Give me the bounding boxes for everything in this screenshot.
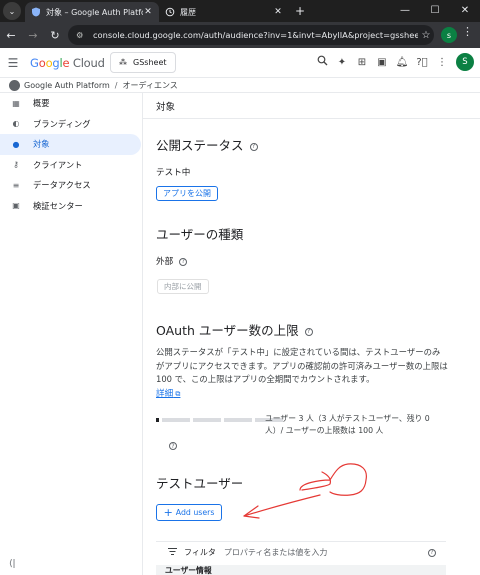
settings-menu-icon[interactable]: ⋮ (432, 57, 452, 68)
test-users-heading: テストユーザー (156, 476, 244, 491)
bookmark-star-icon[interactable]: ☆ (418, 30, 434, 41)
help-circle-icon[interactable]: ? (169, 442, 177, 450)
console-header: ☰ Google Cloud ⁂ GSsheet ✦ ⊞ ▣ 🔔︎ ?⃝ ⋮ S (0, 48, 480, 78)
data-access-icon: ≡ (12, 180, 20, 190)
help-circle-icon[interactable]: ? (428, 548, 436, 557)
browser-menu-icon[interactable]: ⋮ (462, 25, 473, 38)
browser-tab-bar: ⌄ 対象 – Google Auth Platform – ✕ 履歴 ✕ + —… (0, 0, 480, 22)
sidebar-item-label: ブランディング (33, 118, 91, 129)
table-header-user-info: ユーザー情報 (156, 565, 446, 575)
project-picker[interactable]: ⁂ GSsheet (110, 52, 176, 73)
shield-icon (31, 7, 41, 17)
sidebar-item-label: 概要 (33, 98, 50, 109)
sidebar-item-clients[interactable]: ⚷ クライアント (0, 155, 142, 176)
quota-bar-segment (224, 418, 252, 422)
sidebar-item-label: 検証センター (33, 200, 83, 211)
chevron-down-icon: ⌄ (8, 6, 16, 16)
browser-tab-history[interactable]: 履歴 ✕ (159, 2, 289, 22)
help-circle-icon[interactable]: ? (304, 327, 313, 336)
help-icon[interactable]: ?⃝ (412, 57, 432, 68)
search-icon[interactable] (312, 55, 332, 69)
breadcrumb-separator: / (114, 80, 118, 90)
close-icon[interactable]: ✕ (143, 7, 153, 17)
publish-status-value: テスト中 (156, 168, 191, 178)
user-type-heading: ユーザーの種類 (156, 227, 244, 242)
maximize-icon[interactable]: ☐ (420, 0, 450, 22)
project-icon: ⁂ (119, 58, 127, 67)
project-name: GSsheet (133, 58, 167, 67)
sidebar-item-label: 対象 (33, 139, 50, 150)
url-input[interactable]: ⚙ console.cloud.google.com/auth/audience… (68, 25, 434, 45)
user-type-value: 外部? (156, 255, 188, 267)
hamburger-menu-icon[interactable]: ☰ (0, 56, 26, 70)
history-icon (165, 7, 175, 17)
notifications-icon[interactable]: 🔔︎ (392, 57, 412, 68)
plus-icon: + (163, 506, 173, 519)
forward-arrow-icon[interactable]: → (22, 29, 44, 42)
publish-status-heading: 公開ステータス? (156, 135, 258, 154)
filter-input[interactable]: プロパティ名または値を入力 (224, 547, 422, 558)
sidebar: ▦ 概要 ◐ ブランディング ● 対象 ⚷ クライアント ≡ データアクセス ▣… (0, 93, 143, 575)
address-bar-row: ← → ↻ ⚙ console.cloud.google.com/auth/au… (0, 22, 480, 48)
avatar[interactable]: S (456, 53, 474, 71)
main-content: 対象 公開ステータス? テスト中 アプリを公開 ユーザーの種類 外部? 内部に公… (143, 93, 480, 575)
verification-icon: ▣ (12, 201, 20, 211)
minimize-icon[interactable]: — (390, 0, 420, 22)
window-controls: — ☐ ✕ (390, 0, 480, 22)
tab-search-button[interactable]: ⌄ (3, 2, 21, 20)
header-actions: ✦ ⊞ ▣ 🔔︎ ?⃝ ⋮ S (312, 53, 474, 71)
sidebar-item-branding[interactable]: ◐ ブランディング (0, 114, 142, 135)
filter-bar: フィルタ プロパティ名または値を入力 ? (156, 541, 446, 563)
dashboard-icon: ▦ (12, 98, 20, 108)
sidebar-item-overview[interactable]: ▦ 概要 (0, 93, 142, 114)
quota-bar-fill (156, 418, 159, 422)
user-quota-text: ユーザー 3 人（3 人がテストユーザー、残り 0 人）/ ユーザーの上限数は … (265, 414, 430, 435)
tab-title: 履歴 (180, 7, 196, 17)
back-arrow-icon[interactable]: ← (0, 29, 22, 42)
auth-platform-icon (9, 79, 20, 91)
publish-app-button[interactable]: アプリを公開 (156, 186, 218, 201)
new-tab-button[interactable]: + (295, 4, 305, 18)
site-settings-icon[interactable]: ⚙ (76, 30, 87, 40)
collapse-sidebar-icon[interactable]: ⟨| (9, 559, 16, 569)
sidebar-item-label: クライアント (33, 159, 83, 170)
page-title: 対象 (143, 93, 480, 119)
make-internal-button[interactable]: 内部に公開 (157, 279, 209, 294)
person-icon: ● (12, 139, 20, 149)
add-users-button[interactable]: + Add users (156, 504, 222, 521)
learn-more-link[interactable]: 詳細 ⧉ (156, 387, 180, 399)
browser-tab-active[interactable]: 対象 – Google Auth Platform – ✕ (25, 2, 159, 22)
cloud-shell-icon[interactable]: ▣ (372, 57, 392, 68)
user-cap-heading: OAuth ユーザー数の上限? (156, 320, 313, 339)
filter-label: フィルタ (184, 548, 216, 557)
user-cap-description: 公開ステータスが「テスト中」に設定されている間は、テストユーザーのみがアプリにア… (156, 347, 448, 384)
key-icon: ⚷ (13, 160, 19, 170)
sidebar-item-data-access[interactable]: ≡ データアクセス (0, 175, 142, 196)
breadcrumb-current: オーディエンス (122, 80, 178, 90)
sidebar-item-label: データアクセス (33, 180, 91, 191)
quota-bar-segment (162, 418, 190, 422)
help-circle-icon[interactable]: ? (249, 142, 258, 151)
palette-icon: ◐ (12, 119, 20, 129)
quota-bar-segment (193, 418, 221, 422)
filter-icon (168, 547, 182, 557)
breadcrumb: Google Auth Platform / オーディエンス (0, 78, 480, 93)
reload-icon[interactable]: ↻ (44, 29, 66, 42)
sidebar-item-verification[interactable]: ▣ 検証センター (0, 196, 142, 217)
breadcrumb-root[interactable]: Google Auth Platform (24, 81, 110, 90)
google-cloud-logo[interactable]: Google Cloud (30, 56, 105, 70)
user-quota-bar (156, 418, 283, 422)
external-link-icon: ⧉ (173, 390, 181, 398)
browser-profile-avatar[interactable]: s (441, 27, 457, 43)
gift-icon[interactable]: ⊞ (352, 57, 372, 68)
url-text: console.cloud.google.com/auth/audience?i… (93, 30, 418, 40)
help-circle-icon[interactable]: ? (179, 257, 188, 266)
gemini-sparkle-icon[interactable]: ✦ (332, 57, 352, 68)
close-icon[interactable]: ✕ (273, 7, 283, 17)
window-close-icon[interactable]: ✕ (450, 0, 480, 22)
sidebar-item-audience[interactable]: ● 対象 (0, 134, 141, 155)
tab-title: 対象 – Google Auth Platform – (46, 7, 143, 17)
